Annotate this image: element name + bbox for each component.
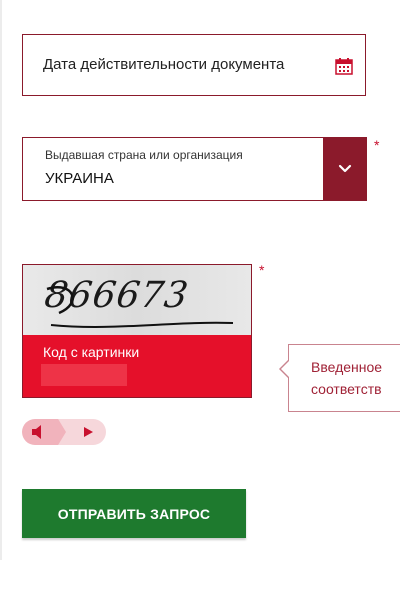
captcha-input[interactable] — [41, 364, 127, 386]
tooltip-text: Введенное соответств — [311, 356, 400, 400]
captcha-required-mark: * — [259, 262, 265, 278]
submit-request-button[interactable]: ОТПРАВИТЬ ЗАПРОС — [22, 489, 246, 538]
country-dropdown-button[interactable] — [323, 137, 367, 201]
document-validity-date-field[interactable]: Дата действительности документа — [22, 34, 366, 96]
captcha-noise-lines — [46, 286, 234, 328]
chevron-down-icon — [338, 164, 352, 173]
left-divider — [0, 0, 2, 560]
captcha-image: 866673 — [23, 265, 251, 335]
play-icon[interactable] — [82, 426, 94, 438]
captcha-label: Код с картинки — [43, 344, 140, 360]
country-select-value: УКРАИНА — [45, 170, 114, 187]
calendar-icon[interactable] — [335, 57, 353, 75]
tooltip-line-1: Введенное — [311, 359, 383, 375]
captcha-input-area: Код с картинки — [23, 335, 251, 397]
country-required-mark: * — [374, 137, 380, 153]
captcha-audio-control — [22, 419, 106, 445]
tooltip-arrow-fill — [281, 360, 290, 378]
tooltip-line-2: соответств — [311, 381, 382, 397]
country-select-caption: Выдавшая страна или организация — [45, 148, 243, 162]
speaker-icon — [32, 425, 41, 439]
captcha-block: 866673 Код с картинки — [22, 264, 252, 398]
issuing-country-select[interactable]: Выдавшая страна или организация УКРАИНА — [22, 137, 367, 201]
captcha-error-tooltip: Введенное соответств — [279, 344, 400, 412]
date-field-label: Дата действительности документа — [43, 56, 285, 73]
speaker-button[interactable] — [22, 419, 66, 445]
